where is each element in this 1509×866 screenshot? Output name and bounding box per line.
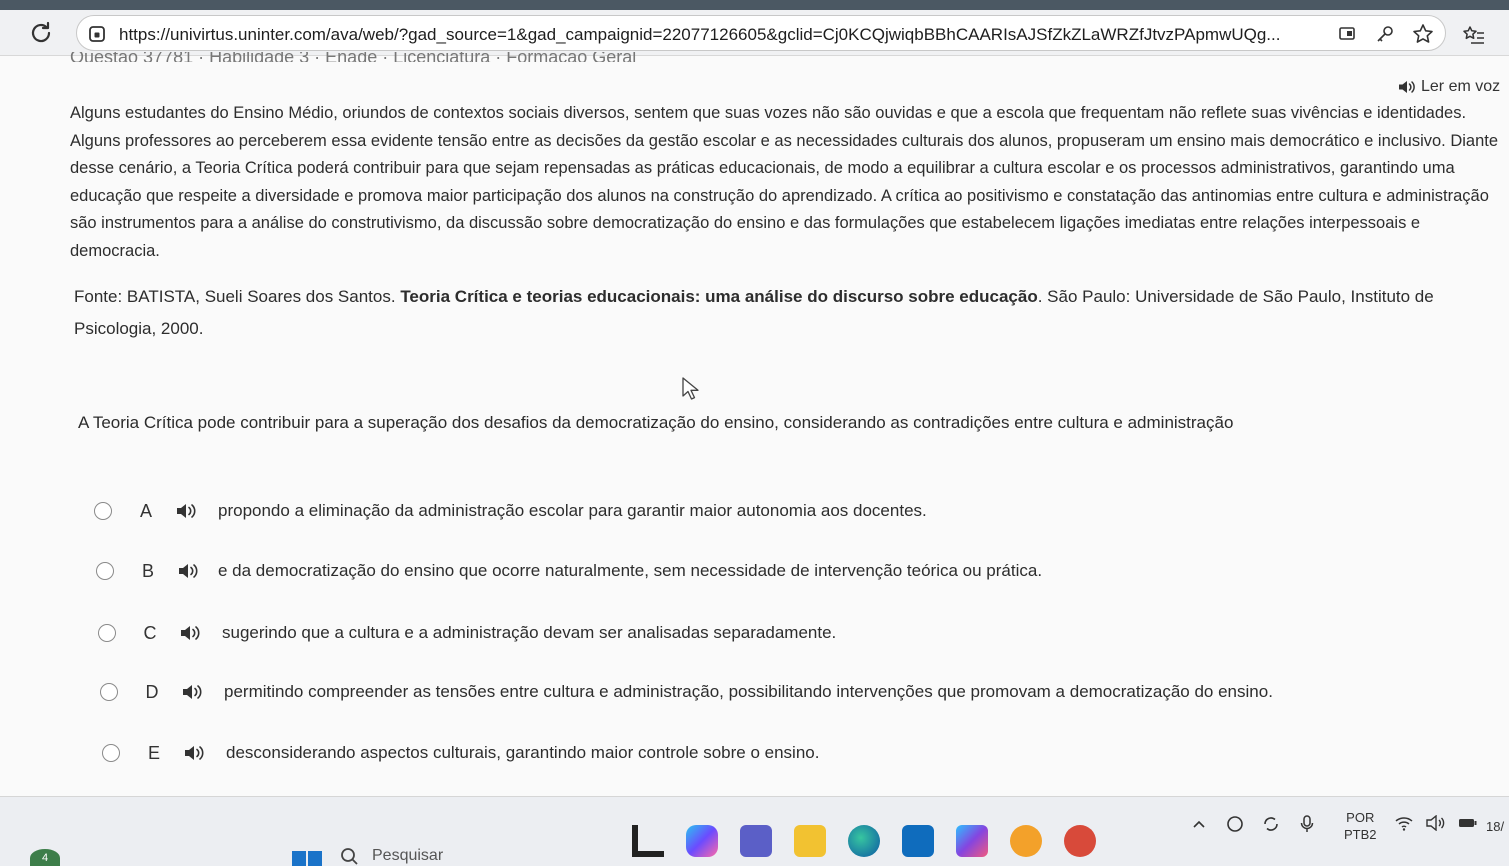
outlook-icon[interactable] [902, 825, 934, 857]
file-explorer-icon[interactable] [794, 825, 826, 857]
app-red-icon[interactable] [1064, 825, 1096, 857]
app-icon[interactable] [632, 825, 664, 857]
breadcrumb: Questão 37781 · Habilidade 3 · Enade · L… [70, 52, 637, 62]
clock[interactable]: 18/ [1486, 819, 1504, 834]
option-letter: A [139, 500, 152, 521]
edge-icon[interactable] [848, 825, 880, 857]
window-top-strip [0, 0, 1509, 10]
option-letter: B [141, 560, 154, 581]
read-aloud-button[interactable]: Ler em voz [1398, 78, 1500, 96]
option-e[interactable]: E desconsiderando aspectos culturais, ga… [102, 738, 819, 768]
reload-icon[interactable] [26, 18, 56, 48]
option-letter: D [145, 681, 159, 702]
speaker-icon[interactable] [180, 625, 200, 641]
radio-button[interactable] [102, 744, 120, 762]
option-letter: E [147, 742, 160, 763]
option-letter: C [143, 622, 157, 643]
option-text: sugerindo que a cultura e a administraçã… [222, 623, 837, 642]
microphone-icon[interactable] [1298, 815, 1316, 833]
widgets-badge[interactable]: 4 [30, 849, 60, 866]
search-placeholder: Pesquisar [372, 847, 444, 864]
chevron-up-icon[interactable] [1190, 815, 1208, 833]
m365-icon[interactable] [956, 825, 988, 857]
cast-icon[interactable] [1335, 22, 1359, 46]
mouse-cursor-icon [682, 377, 700, 401]
teams-icon[interactable] [740, 825, 772, 857]
taskbar: 4 Pesquisar POR PTB2 18/ [0, 796, 1509, 866]
copilot-icon[interactable] [686, 825, 718, 857]
browser-toolbar: https://univirtus.uninter.com/ava/web/?g… [0, 10, 1509, 56]
tray-app-icon[interactable] [1226, 815, 1244, 833]
read-aloud-label: Ler em voz [1421, 78, 1501, 95]
volume-icon[interactable] [1426, 814, 1446, 836]
source-title: Teoria Crítica e teorias educacionais: u… [400, 287, 1038, 306]
option-d[interactable]: D permitindo compreender as tensões entr… [100, 677, 1273, 707]
radio-button[interactable] [100, 683, 118, 701]
option-c[interactable]: C sugerindo que a cultura e a administra… [98, 618, 836, 648]
wifi-icon[interactable] [1394, 815, 1414, 836]
star-icon[interactable] [1411, 22, 1435, 46]
speaker-icon[interactable] [184, 745, 204, 761]
option-text: e da democratização do ensino que ocorre… [218, 561, 1043, 580]
sync-icon[interactable] [1262, 815, 1280, 833]
speaker-icon[interactable] [176, 503, 196, 519]
language-indicator[interactable]: POR PTB2 [1344, 809, 1377, 843]
speaker-icon[interactable] [178, 563, 198, 579]
language-code: POR [1346, 810, 1375, 825]
battery-icon[interactable] [1458, 815, 1478, 836]
search-icon [341, 848, 358, 865]
app-orange-icon[interactable] [1010, 825, 1042, 857]
source-citation: Fonte: BATISTA, Sueli Soares dos Santos.… [74, 281, 1506, 345]
windows-start-icon[interactable] [292, 849, 322, 866]
option-a[interactable]: A propondo a eliminação da administração… [94, 496, 927, 526]
question-stem: A Teoria Crítica pode contribuir para a … [78, 413, 1234, 432]
taskbar-search[interactable]: Pesquisar [340, 847, 443, 865]
option-text: propondo a eliminação da administração e… [218, 501, 927, 520]
radio-button[interactable] [96, 562, 114, 580]
radio-button[interactable] [94, 502, 112, 520]
keyboard-layout: PTB2 [1344, 827, 1377, 842]
favorites-list-icon[interactable] [1462, 24, 1486, 48]
source-prefix: Fonte: BATISTA, Sueli Soares dos Santos. [74, 287, 401, 306]
option-b[interactable]: B e da democratização do ensino que ocor… [96, 556, 1042, 586]
passage-text: Alguns estudantes do Ensino Médio, oriun… [70, 104, 1499, 260]
radio-button[interactable] [98, 624, 116, 642]
option-text: desconsiderando aspectos culturais, gara… [226, 743, 820, 762]
address-bar[interactable]: https://univirtus.uninter.com/ava/web/?g… [76, 15, 1446, 51]
site-info-icon[interactable] [87, 24, 107, 44]
key-icon[interactable] [1373, 22, 1397, 46]
url-text[interactable]: https://univirtus.uninter.com/ava/web/?g… [119, 25, 1329, 45]
speaker-icon[interactable] [182, 684, 202, 700]
option-text: permitindo compreender as tensões entre … [224, 682, 1273, 701]
speaker-icon [1399, 81, 1415, 93]
